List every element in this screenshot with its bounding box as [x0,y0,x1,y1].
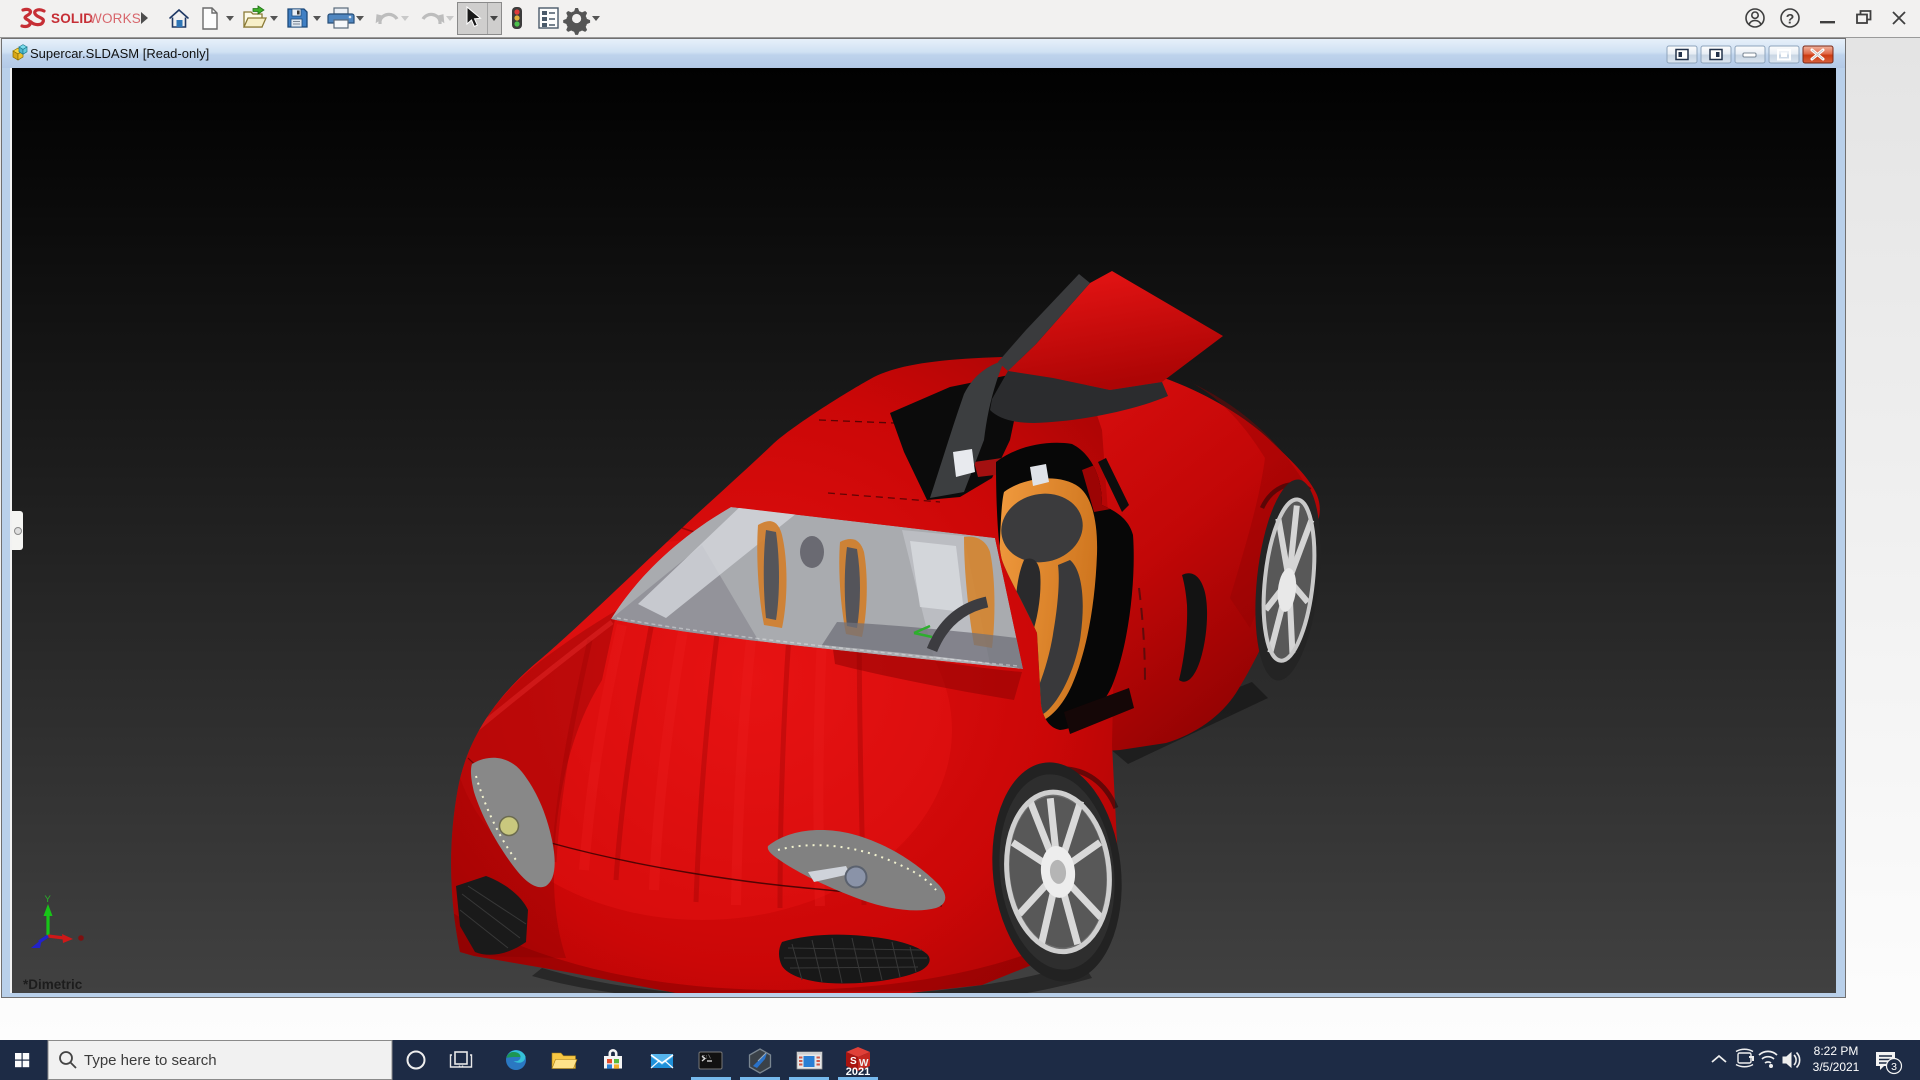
svg-text:3: 3 [1891,1061,1897,1073]
svg-text:2021: 2021 [846,1066,870,1078]
svg-text:WORKS: WORKS [89,11,141,26]
svg-text:Y: Y [45,894,52,905]
svg-text:Type here to search: Type here to search [84,1052,217,1069]
svg-text:?: ? [1786,11,1795,27]
svg-text:C:\: C:\ [702,1055,711,1061]
svg-text:SOLID: SOLID [51,11,93,26]
